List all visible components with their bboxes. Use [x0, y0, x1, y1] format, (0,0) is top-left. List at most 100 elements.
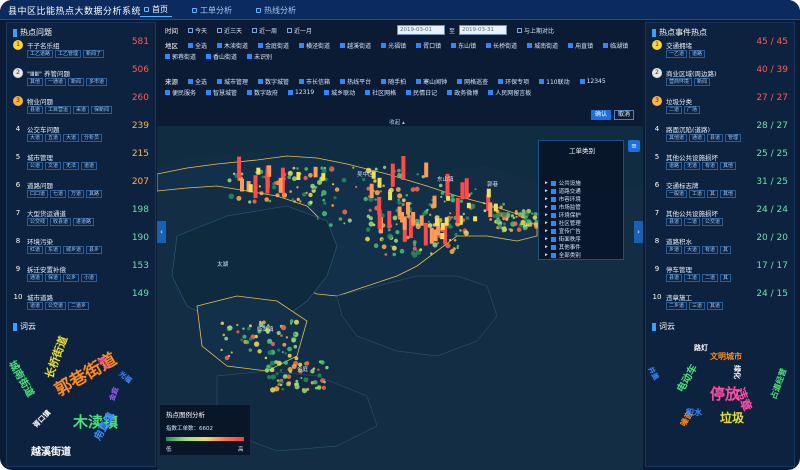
- source-checkbox[interactable]: 随手拍: [381, 77, 406, 86]
- time-option-3days[interactable]: 近三天: [217, 26, 242, 35]
- keyword-tag[interactable]: 其他: [720, 162, 737, 170]
- rank-row[interactable]: 2 "ⅢⅢ" 养管问题 506 其他 一通道 新闻 多市道: [11, 65, 153, 92]
- wordcloud-word[interactable]: 胥口镇: [31, 408, 53, 430]
- source-checkbox[interactable]: 数字城管: [258, 77, 289, 86]
- keyword-tag[interactable]: 一通道: [45, 78, 67, 86]
- keyword-tag[interactable]: 营商环境: [666, 78, 693, 86]
- map-prev-button[interactable]: ‹: [157, 221, 166, 243]
- source-checkbox[interactable]: 人民网留言板: [488, 88, 531, 97]
- keyword-tag[interactable]: 县道: [27, 106, 44, 114]
- keyword-tag[interactable]: 其他道: [666, 134, 688, 142]
- layer-item[interactable]: ▸ 市容环境: [545, 195, 621, 203]
- keyword-tag[interactable]: 道道: [81, 162, 98, 170]
- keyword-tag[interactable]: 东道: [45, 246, 62, 254]
- keyword-tag[interactable]: 二乡道: [666, 302, 688, 310]
- keyword-tag[interactable]: 道路: [666, 162, 683, 170]
- source-checkbox[interactable]: 数字政府: [247, 88, 278, 97]
- time-option-month[interactable]: 近一月: [287, 26, 312, 35]
- keyword-tag[interactable]: 公交道: [702, 218, 724, 226]
- keyword-tag[interactable]: 二道: [702, 274, 719, 282]
- keyword-tag[interactable]: 新闻: [694, 78, 711, 86]
- map-next-button[interactable]: ›: [634, 221, 643, 243]
- keyword-tag[interactable]: 管理: [725, 134, 742, 142]
- rank-row[interactable]: 6 道路问题 207 口口道 七道 万道 其路: [11, 177, 153, 204]
- layer-item[interactable]: ▸ 道路交通: [545, 187, 621, 195]
- area-checkbox[interactable]: 未识别: [247, 52, 272, 61]
- keyword-tag[interactable]: 无道: [684, 162, 701, 170]
- nav-hotline-analysis[interactable]: 热线分析: [252, 3, 300, 17]
- layer-item[interactable]: ▸ 环境保护: [545, 211, 621, 219]
- keyword-tag[interactable]: 无法: [63, 162, 80, 170]
- keyword-tag[interactable]: 县道: [666, 274, 683, 282]
- source-checkbox[interactable]: 网格巡查: [457, 77, 488, 86]
- keyword-tag[interactable]: 二道: [666, 106, 683, 114]
- keyword-tag[interactable]: 采道: [73, 106, 90, 114]
- rank-row[interactable]: 5 其他公共设施损坏 25 / 25 道路 无道 有道 其他: [650, 149, 792, 176]
- keyword-tag[interactable]: 其: [720, 274, 732, 282]
- rank-row[interactable]: 3 垃圾分类 27 / 27 二道 广场: [650, 93, 792, 120]
- source-checkbox[interactable]: 热线平台: [340, 77, 371, 86]
- keyword-tag[interactable]: 进道路: [73, 218, 95, 226]
- keyword-tag[interactable]: 口口道: [27, 190, 49, 198]
- rank-row[interactable]: 9 拆迁安置补偿 153 通道 保道 公乡 小道: [11, 261, 153, 288]
- rank-row[interactable]: 8 环境污染 190 红道 东道 城乡道 县乡: [11, 233, 153, 260]
- area-checkbox[interactable]: 胥口镇: [416, 41, 441, 50]
- keyword-tag[interactable]: 公交线: [27, 218, 49, 226]
- wordcloud-word[interactable]: 金庭: [107, 386, 121, 403]
- layer-item[interactable]: ▸ 其他事件: [545, 243, 621, 251]
- rank-row[interactable]: 6 交通标志牌 31 / 25 一般道 工道其其他: [650, 177, 792, 204]
- wordcloud-word[interactable]: 光福: [117, 369, 134, 386]
- keyword-tag[interactable]: 大道: [63, 134, 80, 142]
- layer-item[interactable]: ▸ 市场监管: [545, 203, 621, 211]
- area-checkbox[interactable]: 临湖镇: [603, 41, 628, 50]
- date-end-input[interactable]: 2019-03-31: [459, 25, 507, 35]
- area-checkbox[interactable]: 东山镇: [451, 41, 476, 50]
- keyword-tag[interactable]: 其他: [27, 78, 44, 86]
- keyword-tag[interactable]: 道路: [689, 50, 706, 58]
- keyword-tag[interactable]: 公乡: [63, 274, 80, 282]
- area-checkbox[interactable]: 城南街道: [527, 41, 558, 50]
- keyword-tag[interactable]: 多市道: [86, 78, 108, 86]
- rank-row[interactable]: 5 城市管理 215 公道 文道 无法 道道: [11, 149, 153, 176]
- layer-item[interactable]: ▸ 社区管理: [545, 219, 621, 227]
- rank-row[interactable]: 3 物业问题 260 县道 工目营运 采道 保新闻: [11, 93, 153, 120]
- source-checkbox[interactable]: 城市管理: [217, 77, 248, 86]
- keyword-tag[interactable]: 小道: [81, 274, 98, 282]
- keyword-tag[interactable]: 县道: [707, 134, 724, 142]
- nav-home[interactable]: 首页: [140, 3, 172, 17]
- rank-row[interactable]: 10 城市道路 149 道道 公交道 二道乡: [11, 289, 153, 316]
- rank-row[interactable]: 9 停车管理 17 / 17 县道 工道 二道其: [650, 261, 792, 288]
- source-checkbox[interactable]: 社区网格: [365, 88, 396, 97]
- wordcloud-word[interactable]: 占道经营: [768, 367, 789, 401]
- source-checkbox[interactable]: 政务微博: [447, 88, 478, 97]
- wordcloud-word[interactable]: 文明城市: [710, 351, 742, 362]
- layer-item[interactable]: ▸ 全部类别: [545, 251, 621, 259]
- keyword-tag[interactable]: 保新闻: [91, 106, 113, 114]
- wordcloud-word[interactable]: 绿化: [732, 365, 742, 379]
- keyword-tag[interactable]: 新闻: [68, 78, 85, 86]
- keyword-tag[interactable]: 县道: [666, 218, 683, 226]
- source-select-all[interactable]: 全选: [188, 77, 207, 86]
- confirm-button[interactable]: 确认: [591, 110, 611, 120]
- source-checkbox[interactable]: 12319: [288, 89, 314, 96]
- keyword-tag[interactable]: 五道: [45, 134, 62, 142]
- keyword-tag[interactable]: 通道: [27, 274, 44, 282]
- keyword-tag[interactable]: 保道: [45, 274, 62, 282]
- area-checkbox[interactable]: 金庭街道: [258, 41, 289, 50]
- keyword-tag[interactable]: 一般道: [666, 190, 688, 198]
- wordcloud-word[interactable]: 路灯: [694, 343, 708, 353]
- keyword-tag[interactable]: 七道: [50, 190, 67, 198]
- keyword-tag[interactable]: 文道: [45, 162, 62, 170]
- wordcloud-word[interactable]: 井盖: [645, 365, 661, 382]
- keyword-tag[interactable]: 工道: [689, 190, 706, 198]
- layer-toggle-button[interactable]: ≡: [628, 140, 640, 152]
- keyword-tag[interactable]: 其: [707, 190, 719, 198]
- keyword-tag[interactable]: 工道: [684, 274, 701, 282]
- area-checkbox[interactable]: 横泾街道: [299, 41, 330, 50]
- keyword-tag[interactable]: 新闻了: [83, 50, 105, 58]
- keyword-tag[interactable]: 万道: [68, 190, 85, 198]
- keyword-tag[interactable]: 三道: [689, 302, 706, 310]
- source-checkbox[interactable]: 市长信箱: [299, 77, 330, 86]
- area-checkbox[interactable]: 郭巷街道: [165, 52, 196, 61]
- source-checkbox[interactable]: 12345: [579, 78, 606, 85]
